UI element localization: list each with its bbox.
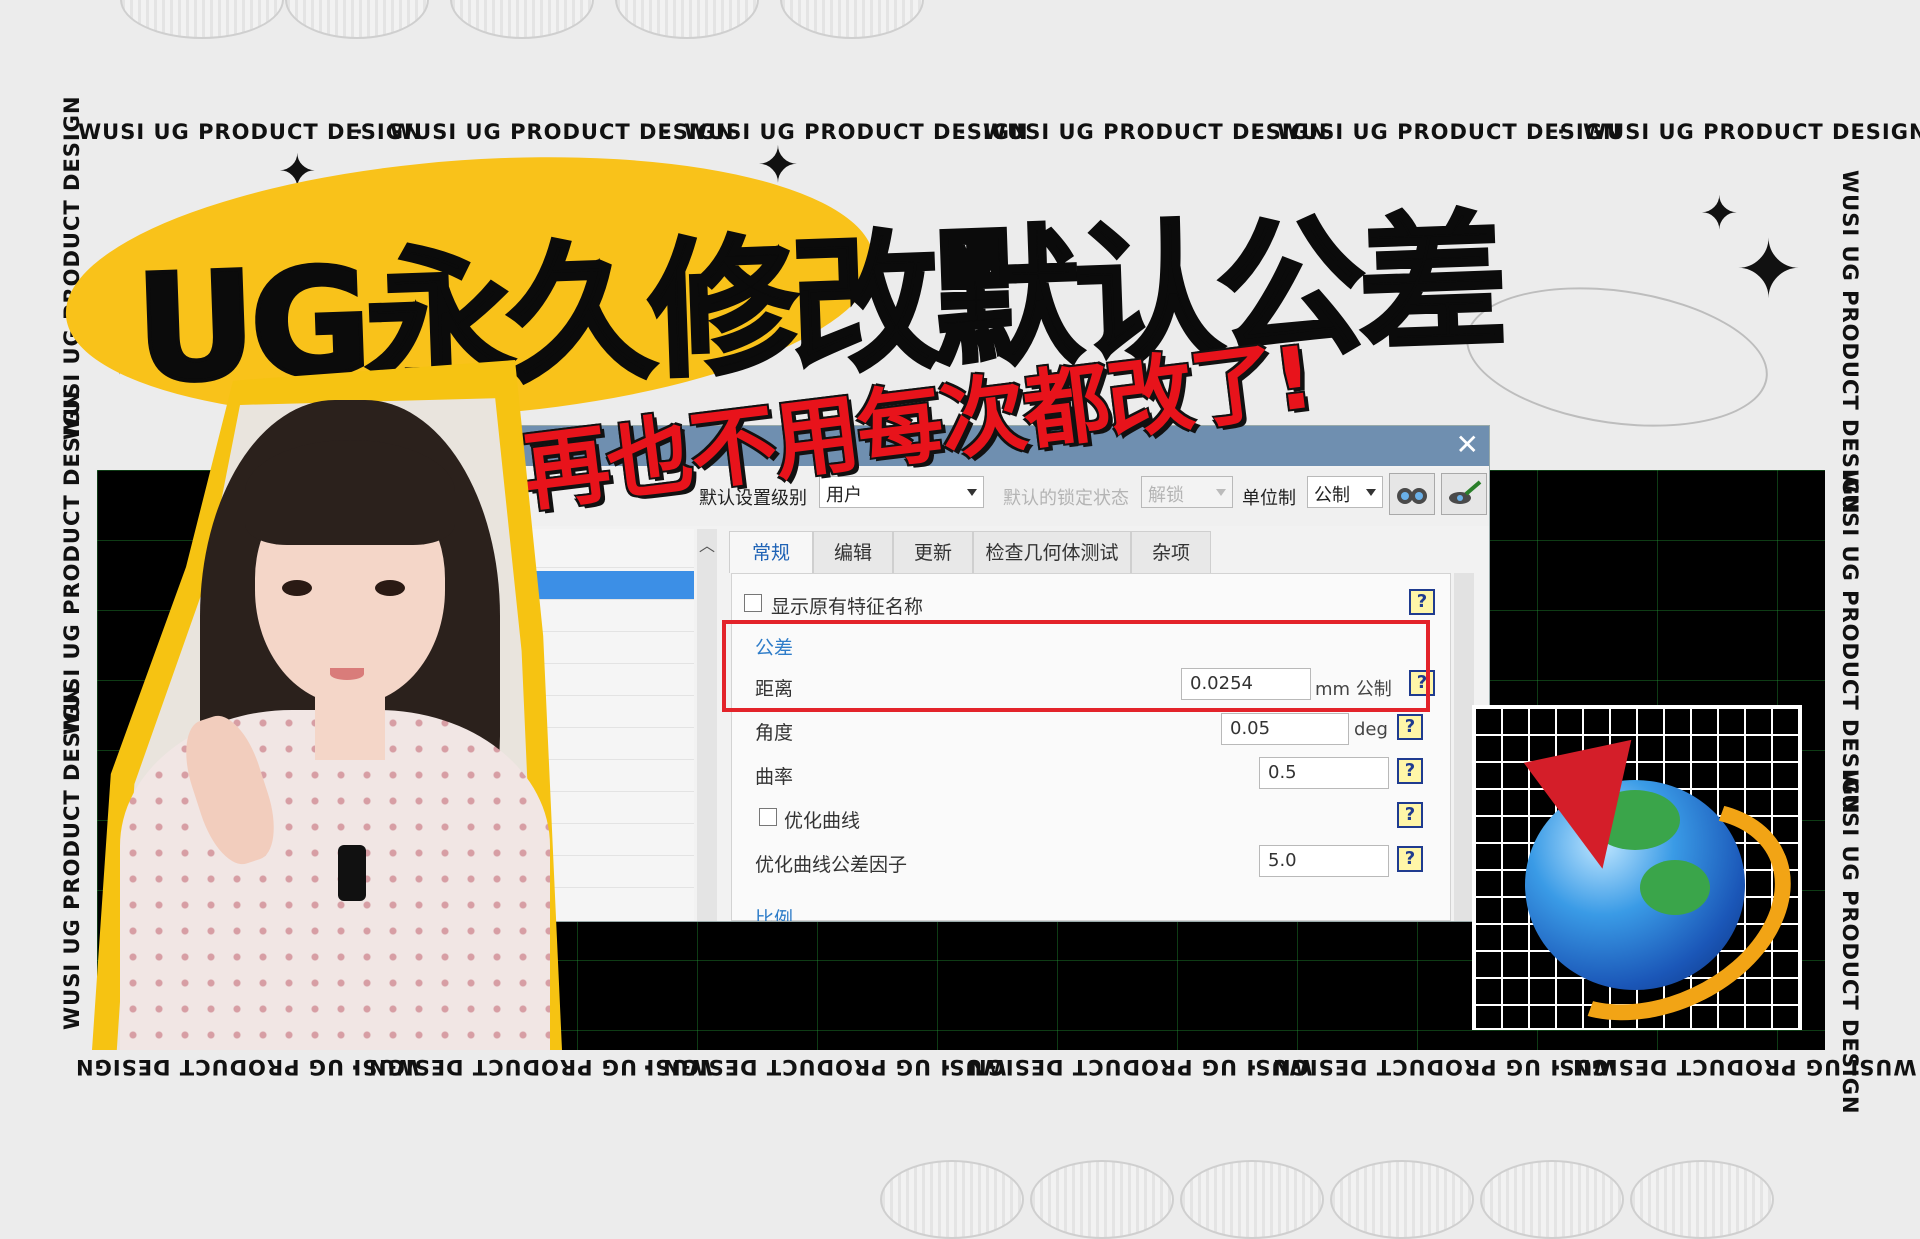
band-text: WUSI UG PRODUCT DESIGN [684,120,1029,144]
unit-select[interactable]: 公制 [1307,476,1383,508]
tab-geometry-check[interactable]: 检查几何体测试 [973,531,1131,573]
show-feature-name-label: 显示原有特征名称 [771,596,924,618]
wireframe-ring-decoration [615,0,759,39]
band-separator: · [642,1055,651,1079]
help-icon[interactable]: ? [1409,589,1435,615]
sparkle-star-icon: ✦ [1735,223,1803,316]
lock-select[interactable]: 解锁 [1141,476,1233,508]
unit-label: 单位制 [1242,488,1296,509]
wireframe-ring-decoration [285,0,429,39]
presenter-blouse [120,710,550,1050]
scale-group-title: 比例 [755,908,794,922]
tab-update[interactable]: 更新 [893,531,973,573]
band-text: WUSI UG PRODUCT DESIGN [968,1055,1313,1079]
wireframe-ring-decoration [120,0,284,39]
unit-select-value: 公制 [1314,485,1350,506]
band-text: WUSI UG PRODUCT DESIGN [60,685,84,1030]
saturn-ring-decoration [1457,269,1777,445]
eye-pen-icon [1449,480,1482,504]
band-text: WUSI UG PRODUCT DESIGN [1572,1055,1917,1079]
optimize-factor-label: 优化曲线公差因子 [755,854,908,876]
band-text: WUSI UG PRODUCT DESIGN [78,120,423,144]
band-separator: · [1253,120,1262,144]
tab-general[interactable]: 常规 [729,531,813,573]
content-scrollbar[interactable] [1454,573,1474,921]
optimize-factor-input[interactable]: 5.0 [1259,845,1389,877]
angle-label: 角度 [755,722,794,744]
binocular-button[interactable] [1389,473,1435,515]
band-separator: · [350,1055,359,1079]
angle-unit: deg [1354,719,1388,740]
tab-misc[interactable]: 杂项 [1131,531,1211,573]
presenter-eye [375,580,405,596]
presenter-eye [282,580,312,596]
band-separator: · [662,120,671,144]
optimize-curve-label: 优化曲线 [784,810,861,832]
band-text: WUSI UG PRODUCT DESIGN [60,95,84,440]
lock-select-value: 解锁 [1148,485,1184,506]
band-text: WUSI UG PRODUCT DESIGN [983,120,1328,144]
tree-scrollbar[interactable] [697,529,717,921]
wireframe-ring-decoration [780,0,924,39]
show-feature-name-checkbox[interactable] [744,594,762,612]
tab-edit[interactable]: 编辑 [813,531,893,573]
chevron-down-icon [1216,489,1226,496]
binocular-icon [1397,488,1427,504]
help-icon[interactable]: ? [1397,846,1423,872]
curvature-input[interactable]: 0.5 [1259,757,1389,789]
band-text: WUSI UG PRODUCT DESIGN [1838,170,1862,515]
help-icon[interactable]: ? [1397,758,1423,784]
band-text: WUSI UG PRODUCT DESIGN [60,390,84,735]
band-text: WUSI UG PRODUCT DESIGN [390,120,735,144]
tolerance-highlight-box [722,620,1430,712]
band-text: WUSI UG PRODUCT DESIGN [1272,1055,1617,1079]
band-separator: · [1557,120,1566,144]
sparkle-star-icon: ✦ [1700,186,1739,240]
close-icon[interactable]: ✕ [1456,430,1479,460]
band-separator: · [355,120,364,144]
band-separator: · [942,1055,951,1079]
chevron-down-icon [1366,489,1376,496]
band-text: WUSI UG PRODUCT DESIGN [368,1055,713,1079]
optimize-curve-checkbox[interactable] [759,808,777,826]
band-text: WUSI UG PRODUCT DESIGN [1838,470,1862,815]
band-separator: · [958,120,967,144]
band-text: WUSI UG PRODUCT DESIGN [1838,770,1862,1115]
band-text: WUSI UG PRODUCT DESIGN [1583,120,1920,144]
chevron-up-icon[interactable]: ︿ [699,532,715,556]
lock-label: 默认的锁定状态 [1003,488,1129,509]
help-icon[interactable]: ? [1397,802,1423,828]
band-separator: · [1552,1055,1561,1079]
eye-pen-button[interactable] [1441,473,1487,515]
band-text: WUSI UG PRODUCT DESIGN [1277,120,1622,144]
band-text: WUSI UG PRODUCT DESIGN [662,1055,1007,1079]
band-separator: · [1248,1055,1257,1079]
wireframe-ring-decoration [450,0,594,39]
chevron-down-icon [967,489,977,496]
presenter-mouth [330,668,364,680]
angle-input[interactable]: 0.05 [1221,713,1349,745]
presenter-bangs [245,440,455,545]
lapel-mic [338,845,366,901]
curvature-label: 曲率 [755,766,794,788]
help-icon[interactable]: ? [1397,714,1423,740]
